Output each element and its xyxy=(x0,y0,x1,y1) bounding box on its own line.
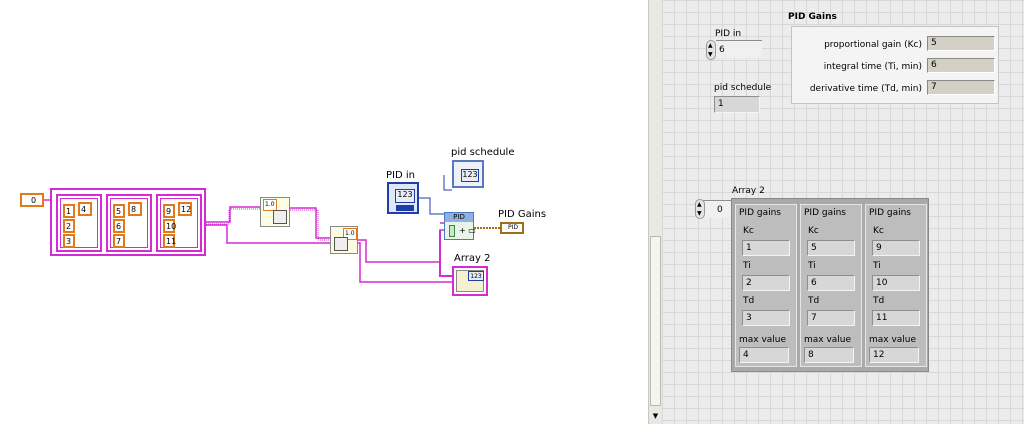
block-diagram: 0 1 2 3 4 5 6 7 8 9 10 11 12 1.0 1.0 PID… xyxy=(0,0,648,424)
element-3-ti-label: Ti xyxy=(873,261,881,271)
cluster-2-elem-4[interactable]: 8 xyxy=(128,202,142,216)
front-panel: PID in ▲ ▼ 6 pid schedule 1 PID Gains pr… xyxy=(662,0,1024,424)
index-constant[interactable]: 0 xyxy=(20,193,44,207)
cluster-1-elem-4[interactable]: 4 xyxy=(78,202,92,216)
pid-gains-cluster: proportional gain (Kc) 5 integral time (… xyxy=(791,26,999,104)
element-2-td-field: 7 xyxy=(807,310,855,326)
array2-frame: PID gains Kc 1 Ti 2 Td 3 max value 4 PID… xyxy=(731,198,929,372)
pid-in-label: PID in xyxy=(715,29,742,39)
array2-terminal-num: 123 xyxy=(468,271,484,281)
element-1-title: PID gains xyxy=(739,208,781,218)
cluster-2-elem-3[interactable]: 7 xyxy=(113,234,125,248)
index-constant-value: 0 xyxy=(31,196,37,205)
array2-index-value: 0 xyxy=(717,205,723,215)
array2-index-incdec[interactable]: ▲ ▼ xyxy=(695,199,705,219)
element-3-td-field: 11 xyxy=(872,310,920,326)
cluster-2-elem-1[interactable]: 5 xyxy=(113,204,125,218)
unbundle-icon xyxy=(334,237,348,251)
pid-gains-terminal-text: PID xyxy=(508,224,519,231)
pid-gains-td-field: 7 xyxy=(927,80,995,95)
element-2-ti-label: Ti xyxy=(808,261,816,271)
element-1-ti-label: Ti xyxy=(743,261,751,271)
cluster-3-elem-1[interactable]: 9 xyxy=(163,204,175,218)
pid-gains-row-2-label: integral time (Ti, min) xyxy=(823,62,922,72)
element-2-title: PID gains xyxy=(804,208,846,218)
scrollbar-thumb[interactable] xyxy=(650,236,661,406)
element-1-kc-field: 1 xyxy=(742,240,790,256)
pid-gains-kc-field: 5 xyxy=(927,36,995,51)
element-3-kc-label: Kc xyxy=(873,226,884,236)
array2-decrement-arrow-icon[interactable]: ▼ xyxy=(697,209,702,219)
element-3-max-field: 12 xyxy=(869,347,919,363)
scroll-down-arrow-icon[interactable]: ▼ xyxy=(650,410,661,422)
cluster-3-elem-2[interactable]: 10 xyxy=(163,219,176,233)
pid-schedule-terminal-num: 123 xyxy=(461,169,479,182)
element-3-ti-field: 10 xyxy=(872,275,920,291)
cluster-3-elem-4[interactable]: 12 xyxy=(178,202,192,216)
pid-in-value: 6 xyxy=(719,45,725,55)
element-3-kc-field: 9 xyxy=(872,240,920,256)
cluster-1-elem-3[interactable]: 3 xyxy=(63,234,75,248)
pid-schedule-label: pid schedule xyxy=(714,83,772,93)
pid-in-terminal-num: 123 xyxy=(395,189,415,203)
unbundle-node[interactable]: 1.0 xyxy=(330,226,358,254)
pid-in-incdec[interactable]: ▲ ▼ xyxy=(706,40,716,60)
element-1-kc-label: Kc xyxy=(743,226,754,236)
pid-in-terminal-type xyxy=(396,205,414,211)
pid-in-terminal[interactable]: 123 xyxy=(387,182,419,214)
cluster-3-elem-3[interactable]: 11 xyxy=(163,234,176,248)
element-3-max-label: max value xyxy=(869,335,917,345)
pid-in-field[interactable]: 6 xyxy=(716,40,762,58)
array2-terminal-label: Array 2 xyxy=(454,253,491,264)
index-array-icon xyxy=(273,210,287,224)
pid-gains-row-3-label: derivative time (Td, min) xyxy=(809,84,922,94)
element-2-kc-field: 5 xyxy=(807,240,855,256)
pid-schedule-field: 1 xyxy=(714,96,760,113)
pid-node-glyph: + ▭ xyxy=(459,226,476,235)
cluster-1-elem-1[interactable]: 1 xyxy=(63,204,75,218)
pid-node-header: PID xyxy=(445,213,473,222)
pid-gains-ti-field: 6 xyxy=(927,58,995,73)
element-2-td-label: Td xyxy=(808,296,820,306)
array2-terminal[interactable]: 123 xyxy=(452,266,488,296)
pid-schedule-terminal-label: pid schedule xyxy=(451,147,515,158)
pid-in-terminal-label: PID in xyxy=(386,170,415,181)
element-1-td-label: Td xyxy=(743,296,755,306)
pid-node-icon xyxy=(449,225,455,237)
element-1-max-field: 4 xyxy=(739,347,789,363)
cluster-1-elem-2[interactable]: 2 xyxy=(63,219,75,233)
element-1-max-label: max value xyxy=(739,335,787,345)
element-3-title: PID gains xyxy=(869,208,911,218)
array-constant[interactable]: 1 2 3 4 5 6 7 8 9 10 11 12 xyxy=(50,188,206,256)
pid-gains-title: PID Gains xyxy=(788,12,837,22)
array2-label: Array 2 xyxy=(732,186,765,196)
pid-gains-terminal[interactable]: PID xyxy=(500,222,524,234)
pid-schedule-terminal[interactable]: 123 xyxy=(452,160,484,188)
cluster-constant-3[interactable]: 9 10 11 12 xyxy=(156,194,202,252)
pid-node[interactable]: PID + ▭ xyxy=(444,212,476,240)
array2-element-1: PID gains Kc 1 Ti 2 Td 3 max value 4 xyxy=(735,204,797,367)
element-1-td-field: 3 xyxy=(742,310,790,326)
pid-gains-row-1-label: proportional gain (Kc) xyxy=(824,40,922,50)
cluster-constant-2[interactable]: 5 6 7 8 xyxy=(106,194,152,252)
pid-gains-terminal-label: PID Gains xyxy=(498,209,547,220)
element-2-max-label: max value xyxy=(804,335,852,345)
array2-element-2: PID gains Kc 5 Ti 6 Td 7 max value 8 xyxy=(800,204,862,367)
index-array-node[interactable]: 1.0 xyxy=(260,197,290,227)
cluster-2-elem-2[interactable]: 6 xyxy=(113,219,125,233)
element-2-kc-label: Kc xyxy=(808,226,819,236)
element-3-td-label: Td xyxy=(873,296,885,306)
array2-element-3: PID gains Kc 9 Ti 10 Td 11 max value 12 xyxy=(865,204,927,367)
element-2-max-field: 8 xyxy=(804,347,854,363)
vertical-scrollbar[interactable]: ▼ xyxy=(648,0,662,424)
element-2-ti-field: 6 xyxy=(807,275,855,291)
array2-index-field[interactable]: 0 xyxy=(703,200,731,218)
cluster-constant-1[interactable]: 1 2 3 4 xyxy=(56,194,102,252)
decrement-arrow-icon[interactable]: ▼ xyxy=(708,50,713,60)
element-1-ti-field: 2 xyxy=(742,275,790,291)
